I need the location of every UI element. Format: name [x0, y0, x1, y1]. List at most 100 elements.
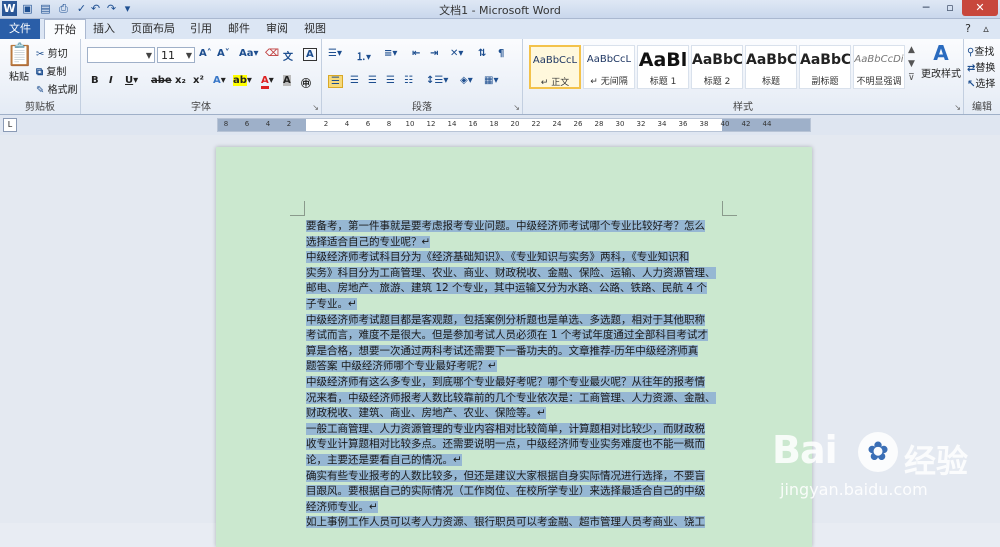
change-styles-button[interactable]: A 更改样式	[919, 41, 963, 80]
grow-font-button[interactable]: A˄	[199, 48, 212, 59]
style-title[interactable]: AaBbC 标题	[745, 45, 797, 89]
clear-format-button[interactable]: ⌫	[265, 48, 279, 59]
tab-file[interactable]: 文件	[0, 19, 40, 39]
align-center-icon: ☰	[350, 75, 359, 86]
style-heading-1[interactable]: AaBl 标题 1	[637, 45, 689, 89]
font-dialog-launcher-icon[interactable]: ↘	[312, 103, 319, 112]
enclose-char-button[interactable]: ㊥	[301, 75, 311, 90]
bullets-button[interactable]: ☰▾	[328, 48, 342, 59]
increase-indent-button[interactable]: ⇥	[430, 48, 438, 59]
show-marks-button[interactable]: ¶	[498, 48, 504, 59]
paste-button[interactable]: 📋 粘贴	[6, 43, 34, 83]
close-button[interactable]: ✕	[962, 0, 998, 16]
minimize-button[interactable]: ─	[914, 0, 938, 16]
char-border-button[interactable]: A	[303, 48, 317, 61]
align-center-button[interactable]: ☰	[350, 75, 359, 86]
pilcrow-icon: ¶	[498, 48, 505, 59]
decrease-indent-button[interactable]: ⇤	[412, 48, 420, 59]
char-shading-button[interactable]: A	[283, 75, 291, 86]
text-line: 经济师专业。↵	[306, 500, 378, 513]
styles-scroll-up-icon[interactable]: ▲	[908, 45, 915, 55]
document-page[interactable]: 要备考，第一件事就是要考虑报考专业问题。中级经济师考试哪个专业比较好考？怎么 选择…	[216, 147, 812, 547]
bold-icon: B	[91, 75, 99, 86]
paste-icon: 📋	[6, 43, 34, 68]
align-right-button[interactable]: ☰	[368, 75, 377, 86]
italic-icon: I	[109, 75, 113, 86]
borders-button[interactable]: ▦▾	[484, 75, 498, 86]
ruler-tick-label: 40	[720, 120, 730, 128]
numbering-button[interactable]: ⒈▾	[356, 48, 371, 63]
ruler-tick-label: 32	[636, 120, 646, 128]
document-body-text[interactable]: 要备考，第一件事就是要考虑报考专业问题。中级经济师考试哪个专业比较好考？怎么 选择…	[306, 219, 722, 531]
style-subtitle[interactable]: AaBbC 副标题	[799, 45, 851, 89]
superscript-button[interactable]: x²	[193, 75, 204, 86]
select-button[interactable]: ↖选择	[967, 75, 995, 90]
ruler-tick-label: 12	[426, 120, 436, 128]
font-name-combo[interactable]: ▼	[87, 47, 155, 63]
text-effects-button[interactable]: A▾	[213, 75, 226, 86]
baidu-watermark: Bai ✿ 经验 jingyan.baidu.com	[772, 428, 1000, 523]
ruler-tick-label: 28	[594, 120, 604, 128]
change-case-button[interactable]: Aa▾	[239, 48, 259, 59]
subscript-button[interactable]: x₂	[175, 75, 186, 86]
increase-indent-icon: ⇥	[430, 48, 439, 59]
tab-view[interactable]: 视图	[298, 19, 332, 39]
text-line: 实务》科目分为工商管理、农业、商业、财政税收、金融、保险、运输、人力资源管理、	[306, 266, 716, 279]
underline-icon: U	[125, 75, 134, 86]
ribbon-tabs: 文件 开始 插入 页面布局 引用 邮件 审阅 视图 ? ▵	[0, 19, 1000, 39]
tab-review[interactable]: 审阅	[260, 19, 294, 39]
phonetic-guide-button[interactable]: 文	[283, 48, 293, 63]
style-heading-2[interactable]: AaBbC 标题 2	[691, 45, 743, 89]
shrink-font-button[interactable]: A˅	[217, 48, 230, 59]
line-spacing-button[interactable]: ↕☰▾	[426, 75, 448, 86]
watermark-brand: Bai	[772, 428, 838, 472]
borders-icon: ▦▾	[484, 75, 499, 86]
replace-button[interactable]: ⇄替换	[967, 59, 995, 74]
multilevel-list-button[interactable]: ≡▾	[384, 48, 397, 59]
ruler-tick-label: 26	[573, 120, 583, 128]
font-color-button[interactable]: A▾	[261, 75, 274, 89]
text-line: 收专业计算题相对比较多点。还需要说明一点，中级经济师专业实务难度也不能一概而	[306, 438, 705, 451]
ruler-tick-label: 8	[223, 120, 229, 128]
cut-button[interactable]: ✂ 剪切	[36, 45, 68, 60]
tab-selector[interactable]: L	[3, 118, 17, 132]
italic-button[interactable]: I	[109, 75, 113, 86]
font-size-combo[interactable]: 11 ▼	[157, 47, 195, 63]
sort-button[interactable]: ⇅	[478, 48, 486, 59]
shading-button[interactable]: ◈▾	[460, 75, 473, 86]
bold-button[interactable]: B	[91, 75, 99, 86]
tab-home[interactable]: 开始	[44, 19, 86, 39]
ruler-tick-label: 18	[489, 120, 499, 128]
line-spacing-icon: ↕☰▾	[426, 75, 449, 86]
distributed-button[interactable]: ☷	[404, 75, 413, 86]
style-subtle-emphasis[interactable]: AaBbCcDi 不明显强调	[853, 45, 905, 89]
tab-references[interactable]: 引用	[184, 19, 218, 39]
find-button[interactable]: ⚲查找	[967, 43, 994, 58]
style-normal[interactable]: AaBbCcL ↵ 正文	[529, 45, 581, 89]
strikethrough-button[interactable]: abe	[151, 75, 172, 86]
highlight-button[interactable]: ab▾	[233, 75, 252, 86]
maximize-button[interactable]: ▫	[938, 0, 962, 16]
tab-page-layout[interactable]: 页面布局	[126, 19, 180, 39]
style-no-spacing[interactable]: AaBbCcL ↵ 无间隔	[583, 45, 635, 89]
minimize-ribbon-icon[interactable]: ▵	[978, 19, 994, 39]
copy-button[interactable]: ⧉ 复制	[36, 63, 66, 78]
paragraph-dialog-launcher-icon[interactable]: ↘	[513, 103, 520, 112]
ruler-tick-label: 34	[657, 120, 667, 128]
styles-dialog-launcher-icon[interactable]: ↘	[954, 103, 961, 112]
horizontal-ruler[interactable]: 8 6 4 2 2 4 6 8 10 12 14 16 18 20 22 24 26 28 30 32 34 36 38 40…	[217, 118, 811, 132]
tab-insert[interactable]: 插入	[86, 19, 122, 39]
ruler-tick-label: 30	[615, 120, 625, 128]
format-painter-button[interactable]: ✎ 格式刷	[36, 81, 78, 96]
enclose-char-icon: ㊥	[301, 79, 311, 90]
tab-mailings[interactable]: 邮件	[222, 19, 256, 39]
styles-scroll-down-icon[interactable]: ▼	[908, 59, 915, 69]
align-left-button[interactable]: ☰	[328, 75, 343, 88]
help-icon[interactable]: ?	[960, 19, 976, 39]
justify-button[interactable]: ☰	[386, 75, 395, 86]
underline-button[interactable]: U▾	[125, 75, 138, 86]
styles-more-icon[interactable]: ⊽	[908, 73, 915, 83]
highlighter-icon: ab	[233, 75, 247, 86]
chinese-layout-button[interactable]: ✕▾	[450, 48, 463, 59]
chevron-down-icon: ▼	[185, 51, 192, 60]
